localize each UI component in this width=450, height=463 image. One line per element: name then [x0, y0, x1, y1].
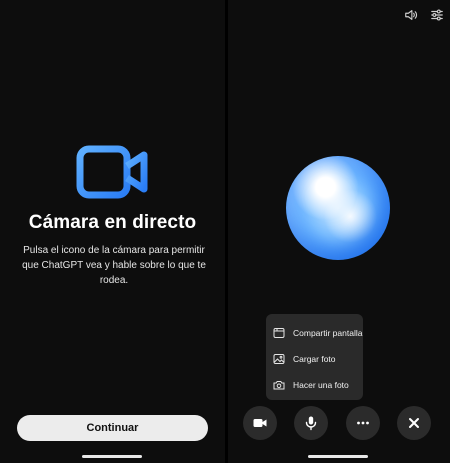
home-indicator	[308, 455, 368, 458]
menu-item-label: Compartir pantalla	[293, 328, 363, 338]
menu-item-label: Cargar foto	[293, 354, 336, 364]
speaker-icon[interactable]	[404, 8, 418, 22]
continue-button[interactable]: Continuar	[17, 415, 208, 441]
video-camera-button[interactable]	[243, 406, 277, 440]
microphone-button[interactable]	[294, 406, 328, 440]
close-button[interactable]	[397, 406, 431, 440]
camera-intro-panel: Cámara en directo Pulsa el icono de la c…	[0, 0, 225, 463]
menu-item-take-photo[interactable]: Hacer una foto	[266, 372, 363, 398]
settings-sliders-icon[interactable]	[430, 8, 444, 22]
home-indicator	[82, 455, 142, 458]
voice-orb	[286, 156, 390, 260]
page-title: Cámara en directo	[28, 212, 197, 233]
more-icon	[357, 421, 369, 425]
menu-item-label: Hacer una foto	[293, 380, 349, 390]
intro-description: Pulsa el icono de la cámara para permiti…	[22, 245, 206, 286]
menu-item-upload-photo[interactable]: Cargar foto	[266, 346, 363, 372]
menu-item-share-screen[interactable]: Compartir pantalla	[266, 320, 363, 346]
video-camera-icon	[76, 145, 148, 199]
camera-icon	[273, 381, 285, 390]
video-camera-icon	[253, 419, 267, 427]
photo-icon	[273, 354, 285, 364]
close-icon	[409, 418, 419, 428]
top-bar	[404, 8, 444, 22]
voice-mode-panel: Compartir pantalla Cargar foto Hacer una…	[228, 0, 450, 463]
microphone-icon	[305, 416, 317, 431]
more-options-button[interactable]	[346, 406, 380, 440]
screen-share-icon	[273, 328, 285, 338]
share-menu: Compartir pantalla Cargar foto Hacer una…	[266, 314, 363, 400]
